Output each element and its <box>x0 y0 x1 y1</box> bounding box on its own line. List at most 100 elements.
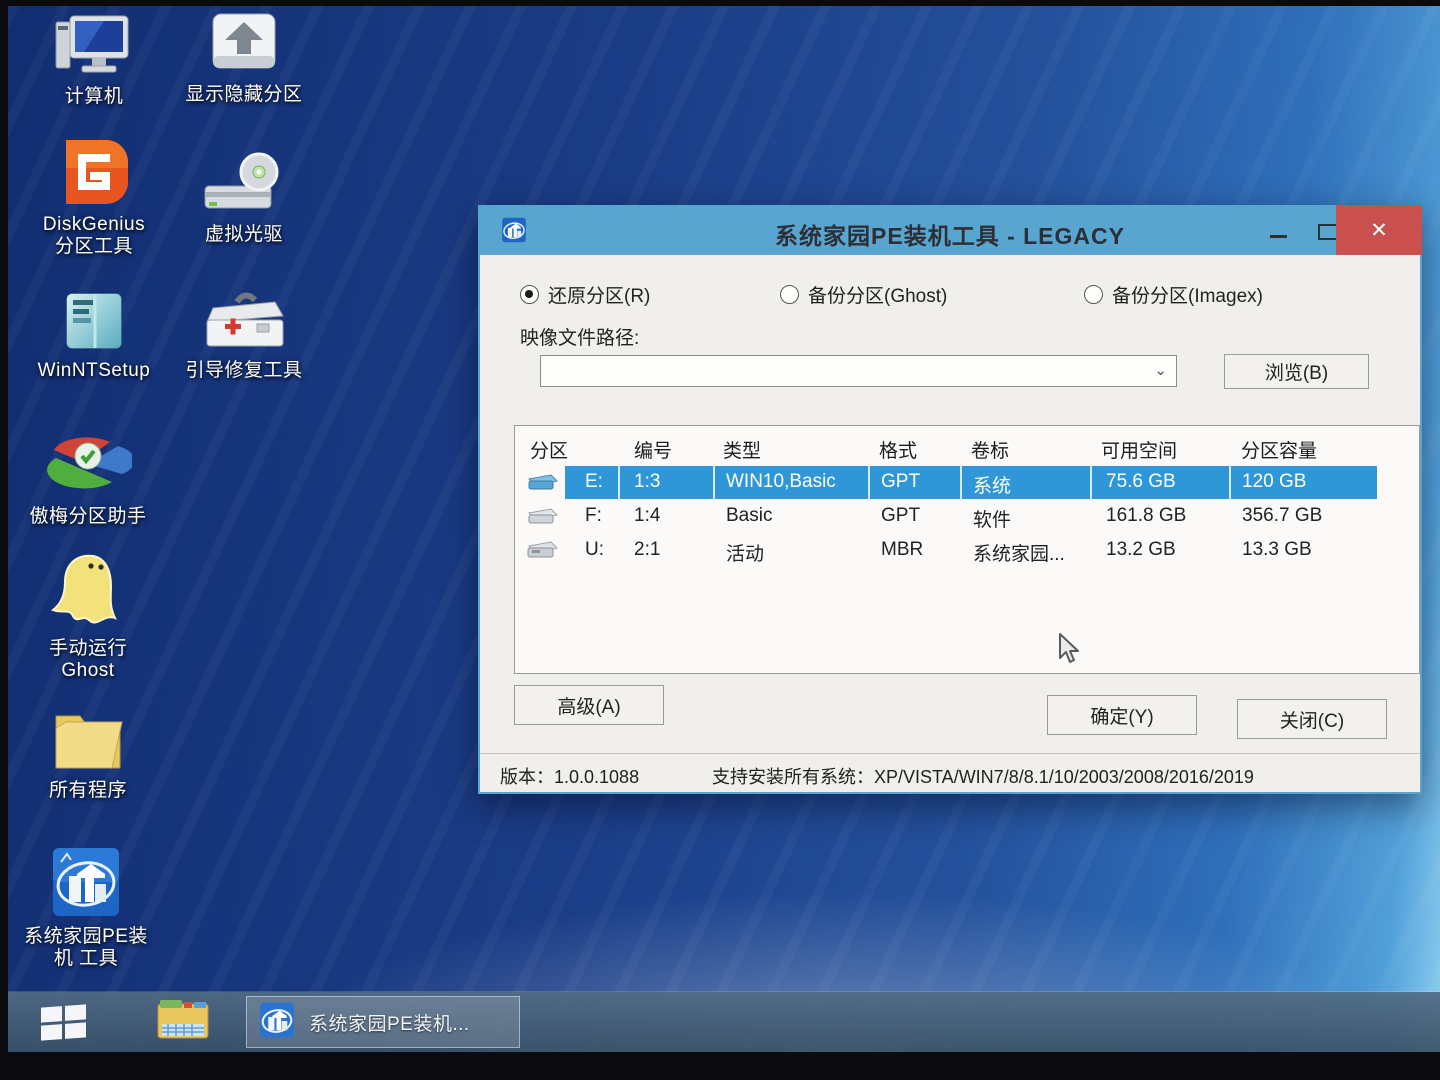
virtual-cd-icon <box>166 148 322 218</box>
pe-tool-icon <box>8 850 164 920</box>
desktop-icon-label: 计算机 <box>16 86 172 108</box>
radio-backup-imagex[interactable]: 备份分区(Imagex) <box>1084 281 1263 308</box>
desktop-icon-label: 显示隐藏分区 <box>166 84 322 106</box>
close-icon: ✕ <box>1370 218 1388 243</box>
desktop-icon-label: 手动运行 Ghost <box>10 638 166 682</box>
cell-format: MBR <box>881 539 923 561</box>
minimize-button[interactable] <box>1270 235 1287 238</box>
cell-type: 活动 <box>726 539 764 566</box>
column-header[interactable]: 格式 <box>879 436 917 463</box>
taskbar-app-pe-tool[interactable]: 系统家园PE装机... <box>246 996 520 1048</box>
partition-list[interactable]: 分区 编号 类型 格式 卷标 可用空间 分区容量 <box>514 425 1420 674</box>
close-button-label: 关闭(C) <box>1280 706 1344 733</box>
column-header[interactable]: 卷标 <box>971 436 1009 463</box>
computer-icon <box>16 10 172 80</box>
desktop-icon-partition-assistant[interactable]: 傲梅分区助手 <box>10 430 166 528</box>
radio-label: 备份分区(Ghost) <box>808 281 947 308</box>
ok-button-label: 确定(Y) <box>1090 702 1153 729</box>
close-button[interactable]: 关闭(C) <box>1237 699 1387 739</box>
taskbar-app-label: 系统家园PE装机... <box>309 1009 470 1036</box>
cell-index: 1:4 <box>634 505 660 527</box>
diskgenius-icon <box>16 138 172 208</box>
statusbar-divider <box>480 753 1420 754</box>
cell-capacity: 120 GB <box>1242 471 1306 493</box>
column-header[interactable]: 类型 <box>723 436 761 463</box>
image-path-combobox[interactable]: ⌄ <box>540 355 1177 387</box>
cell-volume: 系统家园... <box>973 539 1065 566</box>
maximize-button[interactable] <box>1318 224 1338 240</box>
cell-free: 161.8 GB <box>1106 505 1186 527</box>
window-titlebar[interactable]: 系统家园PE装机工具 - LEGACY ✕ <box>478 205 1422 255</box>
cell-volume: 系统 <box>973 471 1011 498</box>
desktop-icon-label: 傲梅分区助手 <box>10 506 166 528</box>
usb-drive-icon <box>525 537 559 567</box>
desktop-icon-computer[interactable]: 计算机 <box>16 10 172 108</box>
desktop-icon-label: DiskGenius 分区工具 <box>16 214 172 258</box>
desktop-icon-winntsetup[interactable]: WinNTSetup <box>16 284 172 382</box>
partition-assistant-icon <box>10 430 166 500</box>
window-client-area: 还原分区(R) 备份分区(Ghost) 备份分区(Imagex) 映像文件路径:… <box>480 255 1420 792</box>
cell-drive: U: <box>585 539 604 561</box>
folder-icon <box>10 704 166 774</box>
windows-logo-icon <box>41 1004 86 1040</box>
cell-capacity: 13.3 GB <box>1242 539 1312 561</box>
cell-volume: 软件 <box>973 505 1011 532</box>
partition-row[interactable]: F: 1:4 Basic GPT 软件 161.8 GB 356.7 GB <box>515 500 1419 533</box>
column-header[interactable]: 编号 <box>634 436 672 463</box>
radio-dot-icon <box>520 285 539 304</box>
desktop-icon-virtual-cd[interactable]: 虚拟光驱 <box>166 148 322 246</box>
pe-tool-icon <box>257 1000 297 1045</box>
desktop-icon-label: WinNTSetup <box>16 360 172 382</box>
file-explorer-button[interactable] <box>148 1000 218 1044</box>
taskbar: 系统家园PE装机... <box>8 992 1440 1052</box>
advanced-button[interactable]: 高级(A) <box>514 685 664 725</box>
cell-format: GPT <box>881 505 920 527</box>
show-hidden-partitions-icon <box>166 8 322 78</box>
cell-type: Basic <box>726 505 772 527</box>
advanced-button-label: 高级(A) <box>557 692 620 719</box>
desktop-icon-diskgenius[interactable]: DiskGenius 分区工具 <box>16 138 172 258</box>
cell-free: 75.6 GB <box>1106 471 1176 493</box>
cell-drive: F: <box>585 505 602 527</box>
desktop-icon-label: 所有程序 <box>10 780 166 802</box>
supported-systems-text: 支持安装所有系统：XP/VISTA/WIN7/8/8.1/10/2003/200… <box>712 763 1420 789</box>
desktop-icon-label: 系统家园PE装 机 工具 <box>8 926 164 970</box>
cell-capacity: 356.7 GB <box>1242 505 1322 527</box>
ghost-icon <box>10 562 166 632</box>
desktop-icon-show-hidden-partitions[interactable]: 显示隐藏分区 <box>166 8 322 106</box>
browse-button-label: 浏览(B) <box>1265 358 1328 385</box>
cell-free: 13.2 GB <box>1106 539 1176 561</box>
desktop-icon-boot-repair[interactable]: 引导修复工具 <box>166 284 322 382</box>
version-text: 版本：1.0.0.1088 <box>500 763 639 789</box>
column-header[interactable]: 分区容量 <box>1241 436 1317 463</box>
radio-label: 还原分区(R) <box>548 281 650 308</box>
radio-dot-icon <box>1084 285 1103 304</box>
cell-index: 1:3 <box>634 471 660 493</box>
radio-backup-ghost[interactable]: 备份分区(Ghost) <box>780 281 947 308</box>
radio-restore-partition[interactable]: 还原分区(R) <box>520 281 650 308</box>
desktop-icon-run-ghost[interactable]: 手动运行 Ghost <box>10 562 166 682</box>
partition-row-selected[interactable]: E: 1:3 WIN10,Basic GPT 系统 75.6 GB 120 GB <box>515 466 1419 499</box>
cell-index: 2:1 <box>634 539 660 561</box>
desktop: 计算机 显示隐藏分区 DiskGenius 分区工具 <box>8 6 1440 1052</box>
column-header[interactable]: 可用空间 <box>1101 436 1177 463</box>
file-explorer-icon <box>154 998 212 1047</box>
desktop-icon-pe-tool[interactable]: 系统家园PE装 机 工具 <box>8 850 164 970</box>
partition-row[interactable]: U: 2:1 活动 MBR 系统家园... 13.2 GB 13.3 GB <box>515 534 1419 567</box>
column-header[interactable]: 分区 <box>530 436 568 463</box>
start-button[interactable] <box>30 1000 96 1044</box>
hard-drive-icon <box>525 503 559 533</box>
chevron-down-icon[interactable]: ⌄ <box>1154 361 1167 379</box>
radio-dot-icon <box>780 285 799 304</box>
cell-format: GPT <box>881 471 920 493</box>
image-path-label: 映像文件路径: <box>520 323 639 350</box>
cell-drive: E: <box>585 471 603 493</box>
close-window-button[interactable]: ✕ <box>1336 205 1422 255</box>
browse-button[interactable]: 浏览(B) <box>1224 354 1369 389</box>
ok-button[interactable]: 确定(Y) <box>1047 695 1197 735</box>
desktop-icon-label: 虚拟光驱 <box>166 224 322 246</box>
desktop-icon-label: 引导修复工具 <box>166 360 322 382</box>
radio-label: 备份分区(Imagex) <box>1112 281 1263 308</box>
desktop-icon-all-programs[interactable]: 所有程序 <box>10 704 166 802</box>
hard-drive-icon <box>525 469 559 499</box>
